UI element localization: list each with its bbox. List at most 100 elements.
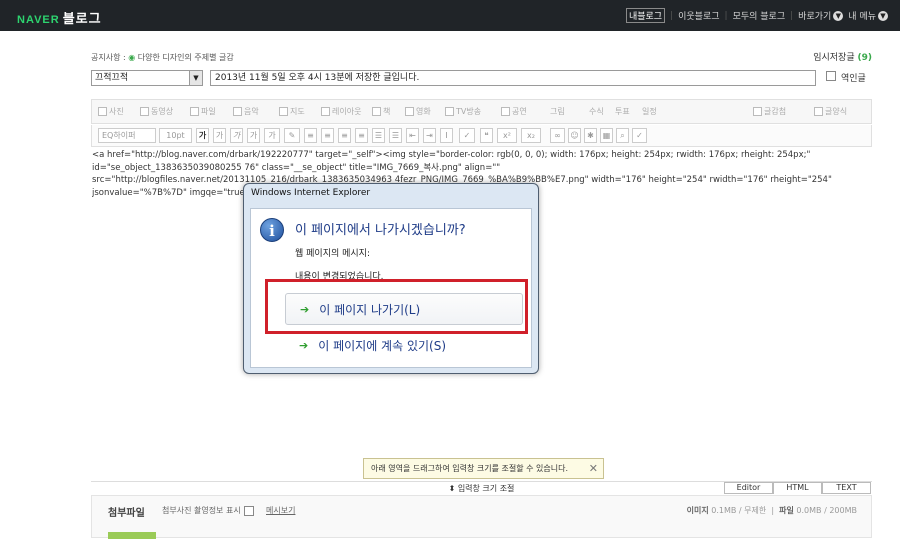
align-center-icon[interactable]: ≡ [321, 128, 334, 143]
toolbar-schedule[interactable]: 일정 [642, 106, 657, 117]
chevron-down-icon[interactable]: ▼ [189, 71, 202, 85]
dialog-heading: 이 페이지에서 나가시겠습니까? [295, 223, 466, 238]
toolbar-music[interactable]: 음악 [233, 106, 259, 117]
align-left-icon[interactable]: ≡ [304, 128, 317, 143]
indent-icon[interactable]: ⇥ [423, 128, 436, 143]
temporary-drafts-link[interactable]: 임시저장글 (9) [813, 50, 872, 63]
template-icon [814, 107, 823, 116]
category-selected: 끄적끄적 [95, 73, 129, 83]
photo-info-label: 첨부사진 촬영정보 표시 [162, 506, 241, 515]
movie-icon [405, 107, 414, 116]
tv-icon [445, 107, 454, 116]
notice-bullet-icon: ◉ [128, 53, 136, 62]
italic-button[interactable]: 가 [230, 128, 243, 143]
post-title-input[interactable]: 2013년 11월 5일 오후 4시 13분에 저장한 글입니다. [210, 70, 816, 86]
top-nav-links: 내블로그 | 이웃블로그 | 모두의 블로그 | 바로가기 ▼ 내 메뉴 ▼ [625, 8, 888, 23]
superscript-icon[interactable]: x² [497, 128, 517, 143]
toolbar-poll[interactable]: 투표 [615, 106, 630, 117]
resize-tooltip: 아래 영역을 드래그하여 입력창 크기를 조절할 수 있습니다. ✕ [363, 458, 604, 479]
material-icon [753, 107, 762, 116]
nav-neighbor-blog[interactable]: 이웃블로그 [678, 9, 719, 22]
toolbar-material[interactable]: 글감첨 [753, 106, 786, 117]
bullet-list-icon[interactable]: ☰ [389, 128, 402, 143]
file-label: 파일 [779, 506, 794, 515]
blog-logo-text: 블로그 [62, 12, 102, 27]
nav-my-blog[interactable]: 내블로그 [625, 8, 666, 23]
subscript-icon[interactable]: x₂ [521, 128, 541, 143]
toolbar-video[interactable]: 동영상 [140, 106, 173, 117]
toolbar-movie[interactable]: 영화 [405, 106, 431, 117]
tab-text[interactable]: TEXT [822, 482, 871, 494]
toolbar-formula[interactable]: 수식 [589, 106, 604, 117]
drafts-label: 임시저장글 [813, 53, 855, 63]
tab-html[interactable]: HTML [773, 482, 822, 494]
info-icon: i [260, 218, 284, 242]
font-select[interactable]: EQ하이퍼 [98, 128, 156, 143]
toolbar-map[interactable]: 지도 [279, 106, 305, 117]
translate-checkbox[interactable] [826, 71, 836, 81]
attachment-panel: 첨부파일 첨부사진 촬영정보 표시 메시보기 이미지 0.1MB / 무제한 |… [91, 495, 872, 539]
category-select[interactable]: 끄적끄적 ▼ [91, 70, 203, 86]
naver-logo-text: NAVER [17, 14, 60, 26]
stay-on-page-label: 이 페이지에 계속 있기(S) [318, 338, 447, 353]
toolbar-show[interactable]: 공연 [501, 106, 527, 117]
strike-button[interactable]: 가 [247, 128, 260, 143]
resize-tooltip-text: 아래 영역을 드래그하여 입력창 크기를 조절할 수 있습니다. [371, 464, 568, 473]
file-icon [190, 107, 199, 116]
justify-icon[interactable]: ≡ [355, 128, 368, 143]
naver-blog-logo[interactable]: NAVER 블로그 [17, 8, 102, 27]
outdent-icon[interactable]: ⇤ [406, 128, 419, 143]
source-line: <a href="http://blog.naver.com/drbark/19… [92, 150, 811, 160]
text-color-button[interactable]: 가 [264, 128, 280, 143]
arrow-right-icon: ➔ [299, 338, 309, 352]
quote-icon[interactable]: ❝ [480, 128, 493, 143]
align-right-icon[interactable]: ≡ [338, 128, 351, 143]
attachment-stats: 이미지 0.1MB / 무제한 | 파일 0.0MB / 200MB [686, 506, 857, 515]
resize-label: 입력창 크기 조절 [457, 484, 515, 493]
close-icon[interactable]: ✕ [589, 459, 598, 478]
underline-button[interactable]: 가 [213, 128, 226, 143]
bold-button[interactable]: 가 [196, 128, 209, 143]
editor-mode-tabs: Editor HTML TEXT [724, 482, 871, 494]
insert-toolbar: 사진 동영상 파일 음악 지도 레이아웃 책 영화 TV방송 공연 그림 수식 … [91, 99, 872, 124]
layout-icon [321, 107, 330, 116]
notice-line: 공지사항 : ◉ 다양한 디자인의 주제별 글감 [91, 52, 234, 63]
link-icon[interactable]: ∞ [550, 128, 565, 143]
toolbar-file[interactable]: 파일 [190, 106, 216, 117]
drafts-count: (9) [857, 53, 873, 63]
toolbar-drawing[interactable]: 그림 [550, 106, 565, 117]
notice-link[interactable]: 다양한 디자인의 주제별 글감 [138, 53, 234, 62]
table-icon[interactable]: ▦ [600, 128, 613, 143]
photo-info-option[interactable]: 첨부사진 촬영정보 표시 [162, 505, 254, 516]
toolbar-photo[interactable]: 사진 [98, 106, 124, 117]
map-icon [279, 107, 288, 116]
spellcheck-icon[interactable]: ✓ [459, 128, 475, 143]
highlight-button[interactable]: ✎ [284, 128, 300, 143]
font-size-select[interactable]: 10pt [159, 128, 192, 143]
photo-icon [98, 107, 107, 116]
toolbar-tv[interactable]: TV방송 [445, 106, 481, 117]
image-limit: 무제한 [744, 506, 767, 515]
book-icon [372, 107, 381, 116]
file-size: 0.0MB [796, 506, 822, 515]
toolbar-layout[interactable]: 레이아웃 [321, 106, 361, 117]
chevron-down-icon[interactable]: ▼ [878, 10, 888, 21]
nav-my-menu[interactable]: 내 메뉴 [848, 9, 876, 22]
numbered-list-icon[interactable]: ☰ [372, 128, 385, 143]
dialog-window-title: Windows Internet Explorer [251, 188, 371, 198]
video-icon [140, 107, 149, 116]
toolbar-template[interactable]: 글양식 [814, 106, 847, 117]
nav-shortcut[interactable]: 바로가기 [798, 9, 831, 22]
spell-icon[interactable]: ✓ [632, 128, 647, 143]
attachment-view-link[interactable]: 메시보기 [266, 505, 295, 516]
format-toolbar: EQ하이퍼 10pt 가 가 가 가 가 ✎ ≡ ≡ ≡ ≡ ☰ ☰ ⇤ ⇥ I… [91, 125, 872, 147]
find-icon[interactable]: ⌕ [616, 128, 629, 143]
photo-info-checkbox[interactable] [243, 505, 254, 516]
special-char-icon[interactable]: ✱ [584, 128, 597, 143]
tab-editor[interactable]: Editor [724, 482, 773, 494]
emoticon-icon[interactable]: ☺ [568, 128, 581, 143]
toolbar-book[interactable]: 책 [372, 106, 390, 117]
clear-format-icon[interactable]: I [440, 128, 453, 143]
nav-everyone-blog[interactable]: 모두의 블로그 [733, 9, 786, 22]
chevron-down-icon[interactable]: ▼ [833, 10, 844, 21]
